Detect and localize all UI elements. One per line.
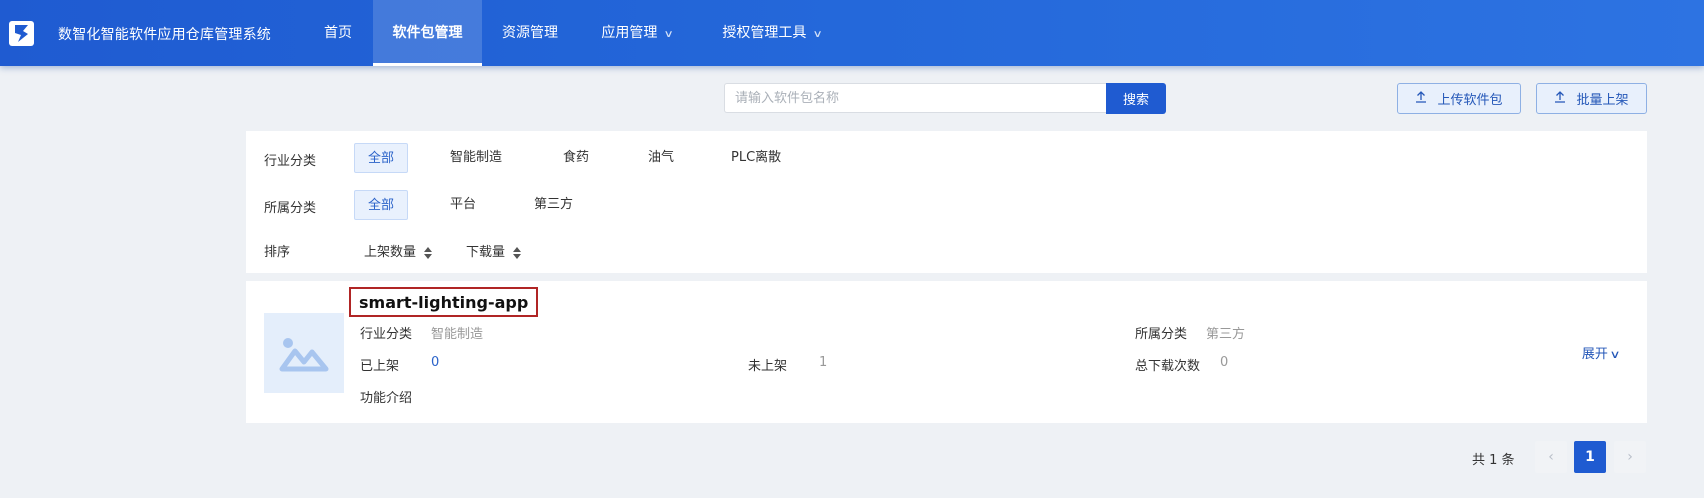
- package-card: smart-lighting-app 行业分类 智能制造 所属分类 第三方 已上…: [246, 281, 1647, 423]
- app-title: 数智化智能软件应用仓库管理系统: [58, 27, 271, 43]
- expand-label: 展开: [1581, 347, 1608, 362]
- sort-by-downloads[interactable]: 下载量: [466, 241, 522, 260]
- upload-package-label: 上传软件包: [1437, 93, 1503, 108]
- image-placeholder-icon: [264, 313, 344, 393]
- total-count: 共 1 条: [1472, 453, 1515, 468]
- page-number-current[interactable]: 1: [1574, 441, 1606, 473]
- sort-by-downloads-label: 下载量: [466, 245, 506, 260]
- search-input[interactable]: [724, 83, 1106, 113]
- sort-icon: [513, 246, 522, 259]
- upload-package-button[interactable]: 上传软件包: [1397, 83, 1521, 114]
- category-filter-label: 所属分类: [264, 201, 317, 216]
- category-option-platform[interactable]: 平台: [450, 190, 476, 220]
- nav-home-label: 首页: [324, 25, 352, 41]
- nav-resource-management-label: 资源管理: [502, 25, 558, 41]
- chevron-down-icon: ∨: [663, 29, 675, 40]
- industry-option-smart-manufacturing[interactable]: 智能制造: [450, 143, 502, 173]
- package-industry-value: 智能制造: [431, 327, 484, 342]
- industry-option-oil-gas[interactable]: 油气: [648, 143, 674, 173]
- package-category-label: 所属分类: [1135, 327, 1188, 342]
- total-downloads-value: 0: [1220, 355, 1229, 370]
- sort-by-listed-count[interactable]: 上架数量: [364, 241, 433, 260]
- listed-value: 0: [431, 355, 440, 370]
- nav-package-management-label: 软件包管理: [392, 25, 463, 41]
- filter-panel: 行业分类 全部 智能制造 食药 油气 PLC离散 所属分类 全部 平台 第三方 …: [246, 131, 1647, 273]
- expand-button[interactable]: 展开∨: [1581, 343, 1621, 362]
- listed-label: 已上架: [360, 359, 400, 374]
- industry-option-food-pharma[interactable]: 食药: [563, 143, 589, 173]
- chevron-down-icon: ∨: [1609, 348, 1621, 361]
- industry-option-all[interactable]: 全部: [354, 143, 408, 173]
- upload-icon: [1554, 90, 1566, 107]
- chevron-left-icon[interactable]: ‹: [1535, 441, 1567, 473]
- batch-list-label: 批量上架: [1576, 93, 1629, 108]
- search-button[interactable]: 搜索: [1106, 83, 1166, 114]
- nav-home[interactable]: 首页: [317, 0, 359, 66]
- category-option-third-party[interactable]: 第三方: [534, 190, 573, 220]
- feature-intro-label: 功能介绍: [360, 391, 413, 406]
- batch-list-button[interactable]: 批量上架: [1536, 83, 1647, 114]
- upload-icon: [1415, 90, 1427, 107]
- total-downloads-label: 总下载次数: [1135, 359, 1201, 374]
- sort-icon: [424, 246, 433, 259]
- nav-license-tools-label: 授权管理工具: [722, 25, 807, 41]
- top-navigation-bar: 数智化智能软件应用仓库管理系统 首页 软件包管理 资源管理 应用管理 ∨ 授权管理…: [0, 0, 1704, 66]
- category-option-all[interactable]: 全部: [354, 190, 408, 220]
- sort-label: 排序: [264, 245, 291, 260]
- nav-license-tools[interactable]: 授权管理工具 ∨: [716, 0, 828, 66]
- sort-by-listed-count-label: 上架数量: [364, 245, 417, 260]
- chevron-right-icon[interactable]: ›: [1614, 441, 1646, 473]
- chevron-down-icon: ∨: [812, 29, 824, 40]
- industry-option-plc-discrete[interactable]: PLC离散: [731, 143, 781, 173]
- nav-resource-management[interactable]: 资源管理: [495, 0, 565, 66]
- unlisted-value: 1: [819, 355, 828, 370]
- nav-package-management[interactable]: 软件包管理: [373, 0, 482, 66]
- nav-application-management[interactable]: 应用管理 ∨: [594, 0, 680, 66]
- industry-filter-label: 行业分类: [264, 154, 317, 169]
- package-industry-label: 行业分类: [360, 327, 413, 342]
- package-category-value: 第三方: [1206, 327, 1246, 342]
- unlisted-label: 未上架: [748, 359, 788, 374]
- s-logo-icon[interactable]: [9, 21, 34, 46]
- package-name[interactable]: smart-lighting-app: [349, 287, 539, 317]
- nav-application-management-label: 应用管理: [601, 25, 658, 41]
